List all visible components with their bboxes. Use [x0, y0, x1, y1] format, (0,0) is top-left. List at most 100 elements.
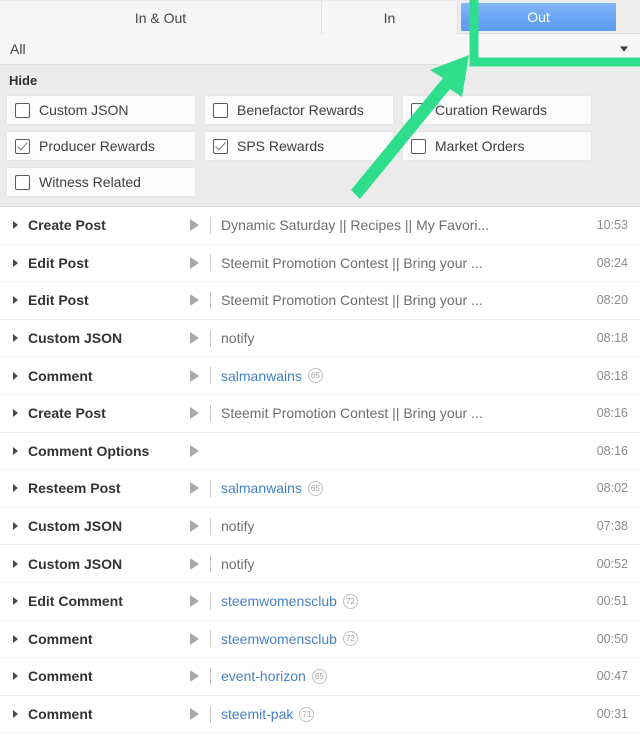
tab-out[interactable]: Out — [461, 3, 616, 31]
divider — [210, 254, 211, 272]
hide-option-witness-related[interactable]: Witness Related — [6, 167, 196, 197]
expand-triangle-icon[interactable] — [13, 672, 18, 681]
hide-option-sps-rewards[interactable]: SPS Rewards — [204, 131, 394, 161]
play-triangle-icon[interactable] — [190, 482, 199, 495]
table-row[interactable]: Create Post Steemit Promotion Contest || … — [0, 394, 640, 433]
account-filter-select[interactable]: All — [0, 34, 640, 65]
account-link[interactable]: salmanwains — [221, 368, 302, 384]
table-row[interactable]: Comment event-horizon 65 00:47 — [0, 658, 640, 696]
detail-zone: Dynamic Saturday || Recipes || My Favori… — [190, 216, 489, 234]
account-link[interactable]: salmanwains — [221, 480, 302, 496]
detail-zone: salmanwains 65 — [190, 479, 323, 497]
expand-triangle-icon[interactable] — [13, 371, 18, 380]
checkbox-checked-icon[interactable] — [15, 138, 30, 154]
expand-triangle-icon[interactable] — [13, 634, 18, 643]
play-triangle-icon[interactable] — [190, 595, 199, 608]
table-row[interactable]: Edit Comment steemwomensclub 72 00:51 — [0, 582, 640, 621]
operation-detail-text: notify — [221, 518, 255, 535]
table-row[interactable]: Comment salmanwains 65 08:18 — [0, 357, 640, 395]
timestamp: 08:16 — [596, 443, 628, 458]
hide-option-label: Custom JSON — [39, 102, 129, 118]
expand-triangle-icon[interactable] — [13, 409, 18, 418]
account-link[interactable]: steemwomensclub — [221, 631, 337, 647]
operation-type-label: Comment — [28, 630, 93, 647]
play-triangle-icon[interactable] — [190, 632, 199, 645]
play-triangle-icon[interactable] — [190, 219, 199, 232]
operation-type-label: Comment — [28, 668, 93, 685]
expand-triangle-icon[interactable] — [13, 484, 18, 493]
hide-option-producer-rewards[interactable]: Producer Rewards — [6, 131, 196, 161]
expand-triangle-icon[interactable] — [13, 334, 18, 343]
timestamp: 00:31 — [596, 707, 628, 722]
operation-type-label: Comment Options — [28, 442, 150, 459]
play-triangle-icon[interactable] — [190, 294, 199, 307]
tab-in-label: In — [383, 9, 396, 26]
checkbox-unchecked-icon[interactable] — [15, 102, 30, 118]
detail-zone: Steemit Promotion Contest || Bring your … — [190, 404, 483, 422]
checkbox-unchecked-icon[interactable] — [15, 174, 30, 190]
account-link[interactable]: steemwomensclub — [221, 593, 337, 609]
checkbox-unchecked-icon[interactable] — [213, 102, 228, 118]
checkbox-checked-icon[interactable] — [213, 138, 228, 154]
tab-in-and-out[interactable]: In & Out — [0, 1, 322, 34]
divider — [210, 216, 211, 234]
operation-type-label: Edit Post — [28, 254, 89, 271]
divider — [210, 517, 211, 535]
account-link[interactable]: event-horizon — [221, 668, 306, 684]
divider — [210, 555, 211, 573]
divider — [210, 367, 211, 385]
detail-zone: notify — [190, 517, 255, 535]
hide-option-curation-rewards[interactable]: Curation Rewards — [402, 95, 592, 125]
play-triangle-icon[interactable] — [190, 444, 199, 457]
expand-triangle-icon[interactable] — [13, 710, 18, 719]
expand-triangle-icon[interactable] — [13, 446, 18, 455]
operation-type-label: Create Post — [28, 405, 106, 422]
detail-zone: steemwomensclub 72 — [190, 592, 358, 610]
play-triangle-icon[interactable] — [190, 369, 199, 382]
divider — [210, 592, 211, 610]
hide-option-market-orders[interactable]: Market Orders — [402, 131, 592, 161]
play-triangle-icon[interactable] — [190, 670, 199, 683]
expand-triangle-icon[interactable] — [13, 559, 18, 568]
table-row[interactable]: Create Post Dynamic Saturday || Recipes |… — [0, 207, 640, 245]
hide-option-custom-json[interactable]: Custom JSON — [6, 95, 196, 125]
timestamp: 08:16 — [596, 406, 628, 421]
timestamp: 08:18 — [596, 368, 628, 383]
account-link[interactable]: steemit-pak — [221, 706, 293, 722]
reputation-badge: 65 — [311, 668, 327, 684]
expand-triangle-icon[interactable] — [13, 258, 18, 267]
checkbox-unchecked-icon[interactable] — [411, 138, 426, 154]
operation-detail-text: Steemit Promotion Contest || Bring your … — [221, 405, 483, 422]
tab-in[interactable]: In — [322, 1, 458, 34]
hide-option-benefactor-rewards[interactable]: Benefactor Rewards — [204, 95, 394, 125]
table-row[interactable]: Edit Post Steemit Promotion Contest || Br… — [0, 244, 640, 283]
hide-option-label: SPS Rewards — [237, 138, 325, 154]
expand-triangle-icon[interactable] — [13, 522, 18, 531]
table-row[interactable]: Comment Options 08:16 — [0, 432, 640, 471]
operation-type-label: Edit Post — [28, 292, 89, 309]
timestamp: 00:50 — [596, 631, 628, 646]
expand-triangle-icon[interactable] — [13, 221, 18, 230]
play-triangle-icon[interactable] — [190, 407, 199, 420]
checkbox-unchecked-icon[interactable] — [411, 102, 426, 118]
operation-type-label: Create Post — [28, 217, 106, 234]
expand-triangle-icon[interactable] — [13, 296, 18, 305]
table-row[interactable]: Custom JSON notify 00:52 — [0, 545, 640, 583]
detail-zone: Steemit Promotion Contest || Bring your … — [190, 291, 483, 309]
play-triangle-icon[interactable] — [190, 520, 199, 533]
operation-detail-text: Steemit Promotion Contest || Bring your … — [221, 292, 483, 309]
table-row[interactable]: Custom JSON notify 07:38 — [0, 507, 640, 546]
operation-detail-text: notify — [221, 555, 255, 572]
table-row[interactable]: Resteem Post salmanwains 65 08:02 — [0, 470, 640, 508]
play-triangle-icon[interactable] — [190, 256, 199, 269]
play-triangle-icon[interactable] — [190, 332, 199, 345]
table-row[interactable]: Custom JSON notify 08:18 — [0, 319, 640, 358]
table-row[interactable]: Comment steemwomensclub 72 00:50 — [0, 620, 640, 659]
table-row[interactable]: Edit Post Steemit Promotion Contest || Br… — [0, 282, 640, 320]
transaction-history-app: In & Out In Out All Hide Custom JSON Bene… — [0, 0, 640, 742]
expand-triangle-icon[interactable] — [13, 597, 18, 606]
table-row[interactable]: Comment steemit-pak 71 00:31 — [0, 695, 640, 734]
play-triangle-icon[interactable] — [190, 708, 199, 721]
operation-type-label: Edit Comment — [28, 593, 123, 610]
play-triangle-icon[interactable] — [190, 557, 199, 570]
